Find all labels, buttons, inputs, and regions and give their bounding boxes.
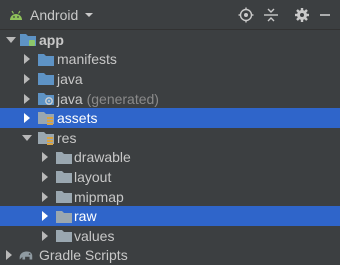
folder-icon — [38, 52, 54, 66]
tree-label-manifests: manifests — [57, 51, 117, 68]
gear-icon[interactable] — [292, 5, 312, 25]
expanded-arrow-icon[interactable] — [6, 35, 16, 45]
tree-row-raw[interactable]: raw — [0, 206, 340, 226]
collapsed-arrow-icon[interactable] — [22, 93, 32, 104]
tree-row-assets[interactable]: assets — [0, 108, 340, 128]
java-generated-name: java — [57, 90, 83, 107]
tree-label-java: java — [57, 70, 83, 87]
folder-icon — [56, 170, 72, 184]
collapsed-arrow-icon[interactable] — [22, 73, 32, 84]
tree-row-values[interactable]: values — [0, 226, 340, 246]
android-icon — [8, 9, 24, 21]
collapse-all-icon[interactable] — [261, 5, 281, 25]
collapsed-arrow-icon[interactable] — [22, 113, 32, 124]
folder-icon — [56, 209, 72, 223]
tree-row-java[interactable]: java — [0, 69, 340, 89]
folder-icon — [56, 229, 72, 243]
tree-row-app[interactable]: app — [0, 30, 340, 50]
assets-folder-icon — [38, 111, 54, 126]
collapsed-arrow-icon[interactable] — [40, 191, 50, 202]
chevron-down-icon — [84, 11, 94, 19]
tree-row-res[interactable]: res — [0, 128, 340, 148]
tree-row-manifests[interactable]: manifests — [0, 50, 340, 70]
tree-label-res: res — [57, 129, 77, 146]
tree-label-raw: raw — [74, 208, 97, 225]
collapsed-arrow-icon[interactable] — [40, 171, 50, 182]
tree-row-java-generated[interactable]: java (generated) — [0, 89, 340, 109]
tree-label-layout: layout — [74, 168, 112, 185]
tree-label-drawable: drawable — [74, 149, 131, 166]
locate-icon[interactable] — [236, 5, 256, 25]
tree-row-drawable[interactable]: drawable — [0, 148, 340, 168]
tree-row-layout[interactable]: layout — [0, 167, 340, 187]
generated-suffix: (generated) — [86, 90, 159, 107]
project-toolbar: Android — [0, 0, 340, 30]
tree-label-java-generated: java (generated) — [57, 91, 159, 107]
collapsed-arrow-icon[interactable] — [4, 250, 14, 261]
collapsed-arrow-icon[interactable] — [40, 211, 50, 222]
resource-folder-icon — [38, 131, 54, 145]
tree-row-mipmap[interactable]: mipmap — [0, 187, 340, 207]
tree-row-gradle-scripts[interactable]: Gradle Scripts — [0, 246, 340, 265]
tree-label-mipmap: mipmap — [74, 188, 124, 205]
collapsed-arrow-icon[interactable] — [40, 152, 50, 163]
collapsed-arrow-icon[interactable] — [22, 54, 32, 65]
tree-label-values: values — [74, 227, 115, 244]
project-tree: app manifests java java (generated) asse… — [0, 30, 340, 265]
gradle-elephant-icon — [18, 248, 34, 262]
generated-folder-icon — [38, 92, 54, 106]
minimize-icon[interactable] — [315, 5, 335, 25]
project-view-selector[interactable]: Android — [8, 5, 94, 25]
module-folder-icon — [20, 33, 36, 47]
collapsed-arrow-icon[interactable] — [40, 230, 50, 241]
tree-label-gradle-scripts: Gradle Scripts — [39, 247, 128, 264]
tree-label-assets: assets — [57, 110, 98, 127]
tree-label-app: app — [39, 31, 64, 48]
folder-icon — [38, 72, 54, 86]
view-title: Android — [30, 7, 79, 23]
folder-icon — [56, 190, 72, 204]
expanded-arrow-icon[interactable] — [22, 133, 32, 143]
folder-icon — [56, 150, 72, 164]
